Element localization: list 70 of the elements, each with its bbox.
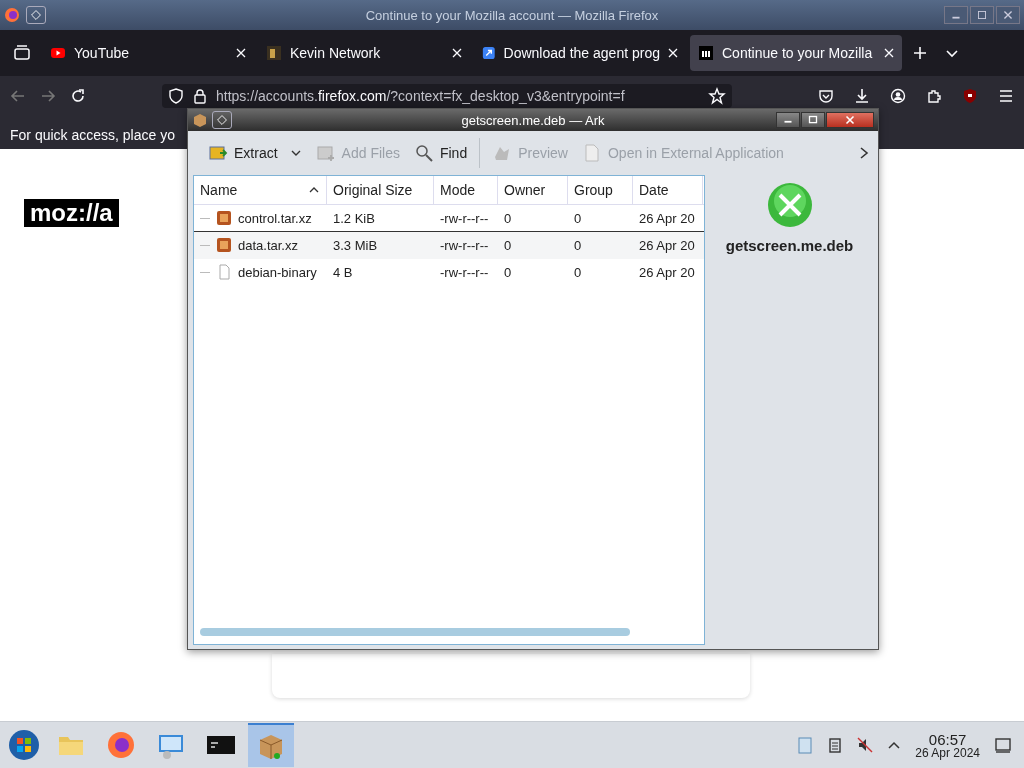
package-icon [192, 112, 208, 128]
pin-button[interactable] [212, 111, 232, 129]
table-cell: 0 [574, 264, 582, 280]
find-button[interactable]: Find [407, 139, 474, 167]
lock-icon[interactable] [192, 87, 208, 104]
clipboard-icon[interactable] [797, 736, 814, 754]
column-header[interactable]: Owner [498, 176, 568, 204]
close-icon[interactable] [884, 48, 894, 58]
archive-icon [216, 237, 232, 253]
mozilla-logo: moz://a [24, 199, 119, 227]
extract-button[interactable]: Extract [202, 139, 308, 167]
table-cell: -rw-r--r-- [440, 210, 489, 226]
table-cell: 26 Apr 20 [639, 237, 695, 253]
start-button[interactable] [8, 729, 40, 761]
clock-time[interactable]: 06:57 [928, 731, 967, 747]
maximize-button[interactable] [801, 112, 825, 128]
column-header[interactable]: Date [633, 176, 703, 204]
firefox-icon [106, 730, 136, 760]
table-cell: -rw-r--r-- [440, 237, 489, 253]
table-cell: 26 Apr 20 [639, 210, 695, 226]
minimize-button[interactable] [776, 112, 800, 128]
file-name[interactable]: data.tar.xz [238, 237, 298, 253]
column-header[interactable]: Name [194, 176, 327, 204]
close-button[interactable] [826, 112, 874, 128]
file-name[interactable]: debian-binary [238, 264, 317, 280]
table-cell: 0 [504, 237, 512, 253]
play-icon [50, 45, 66, 61]
table-cell: 4 B [333, 264, 353, 280]
firefox-icon [4, 7, 20, 23]
address-bar[interactable]: https://accounts.firefox.com/?context=fx_desktop_v3&entrypoint=f [162, 83, 732, 108]
browser-tab[interactable]: YouTube [42, 35, 254, 71]
bookmark-star-icon[interactable] [708, 86, 726, 105]
clock-date[interactable]: 26 Apr 2024 [915, 746, 980, 759]
shield-icon[interactable] [168, 87, 184, 104]
extract-icon [208, 143, 228, 163]
more-tools-button[interactable] [858, 146, 870, 160]
close-icon[interactable] [236, 48, 246, 58]
table-cell: 0 [574, 210, 582, 226]
browser-tab[interactable]: Continue to your Mozilla [690, 35, 902, 71]
table-cell: 0 [504, 210, 512, 226]
window-title: Continue to your Mozilla account — Mozilla Firefox [365, 7, 659, 23]
window-title: getscreen.me.deb — Ark [461, 112, 605, 128]
bookmarks-hint: For quick access, place yo [10, 127, 175, 143]
table-cell: 1.2 KiB [333, 210, 375, 226]
table-cell: 0 [574, 237, 582, 253]
close-icon[interactable] [668, 48, 678, 58]
column-header[interactable]: Group [568, 176, 633, 204]
search-icon [413, 143, 434, 163]
table-cell: -rw-r--r-- [440, 264, 489, 280]
file-name[interactable]: control.tar.xz [238, 210, 312, 226]
column-header[interactable]: Original Size [327, 176, 434, 204]
pin-button[interactable] [26, 6, 46, 24]
archive-name: getscreen.me.deb [725, 237, 854, 254]
file-icon [216, 264, 232, 280]
muted-speaker-icon[interactable] [857, 737, 874, 753]
close-button[interactable] [996, 6, 1020, 24]
close-icon[interactable] [452, 48, 462, 58]
browser-tab[interactable]: Kevin Network [258, 35, 470, 71]
table-cell: 3.3 MiB [333, 237, 378, 253]
notes-icon[interactable] [827, 737, 844, 753]
table-cell: 0 [504, 264, 512, 280]
url-text: https://accounts.firefox.com/?context=fx_desktop_v3&entrypoint=f [216, 87, 626, 104]
add-files-icon [315, 143, 336, 163]
show-desktop-icon[interactable] [994, 736, 1012, 754]
scrollbar[interactable] [200, 628, 630, 636]
site-icon [266, 45, 282, 61]
browser-tab[interactable]: Download the agent prog [474, 35, 686, 71]
archive-icon [216, 210, 232, 226]
table-cell: 26 Apr 20 [639, 264, 695, 280]
column-header[interactable]: Mode [434, 176, 498, 204]
